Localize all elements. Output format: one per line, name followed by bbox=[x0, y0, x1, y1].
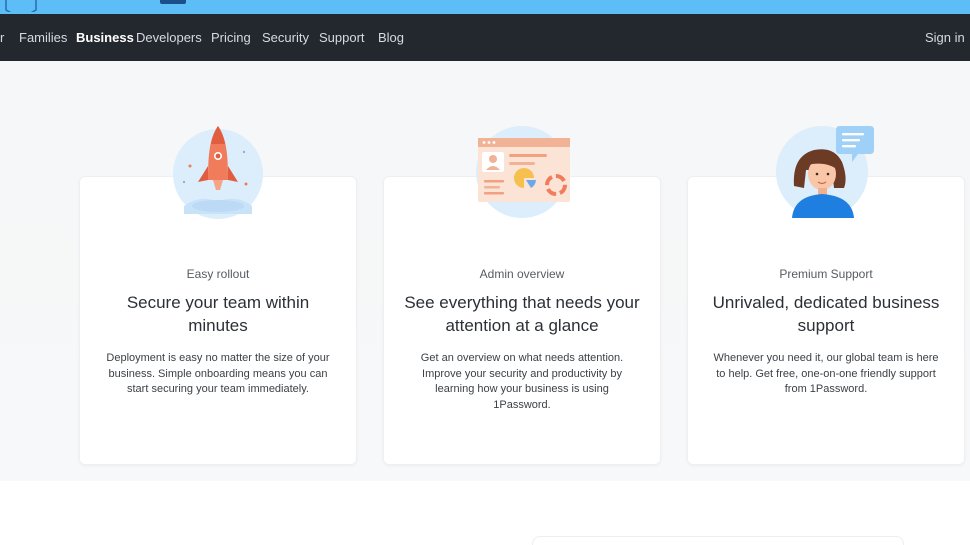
card-description: Deployment is easy no matter the size of… bbox=[106, 352, 330, 395]
main-navigation: r Families Business Developers Pricing S… bbox=[0, 14, 970, 61]
card-title: Secure your team within minutes bbox=[126, 293, 310, 335]
dashboard-icon bbox=[476, 126, 570, 218]
card-description: Get an overview on what needs attention.… bbox=[420, 352, 624, 411]
promo-banner bbox=[0, 0, 970, 14]
nav-item-blog[interactable]: Blog bbox=[378, 30, 404, 45]
card-title: See everything that needs your attention… bbox=[404, 293, 640, 335]
card-description: Whenever you need it, our global team is… bbox=[713, 352, 939, 395]
nav-item-pricing[interactable]: Pricing bbox=[211, 30, 251, 45]
sign-in-link[interactable]: Sign in bbox=[925, 30, 965, 45]
card-eyebrow: Admin overview bbox=[479, 267, 565, 281]
card-title: Unrivaled, dedicated business support bbox=[712, 293, 940, 335]
nav-item-security[interactable]: Security bbox=[262, 30, 309, 45]
nav-item-developers[interactable]: Developers bbox=[136, 30, 202, 45]
partial-card bbox=[532, 536, 904, 545]
nav-item-families[interactable]: Families bbox=[19, 30, 67, 45]
support-agent-icon bbox=[776, 126, 874, 218]
nav-item-support[interactable]: Support bbox=[319, 30, 365, 45]
banner-badge bbox=[160, 0, 186, 4]
nav-item-personal[interactable]: r bbox=[0, 30, 4, 45]
rocket-icon bbox=[173, 126, 263, 219]
card-eyebrow: Easy rollout bbox=[186, 267, 250, 281]
hexagon-icon bbox=[5, 0, 37, 12]
nav-item-business[interactable]: Business bbox=[76, 30, 134, 45]
card-eyebrow: Premium Support bbox=[779, 267, 873, 281]
